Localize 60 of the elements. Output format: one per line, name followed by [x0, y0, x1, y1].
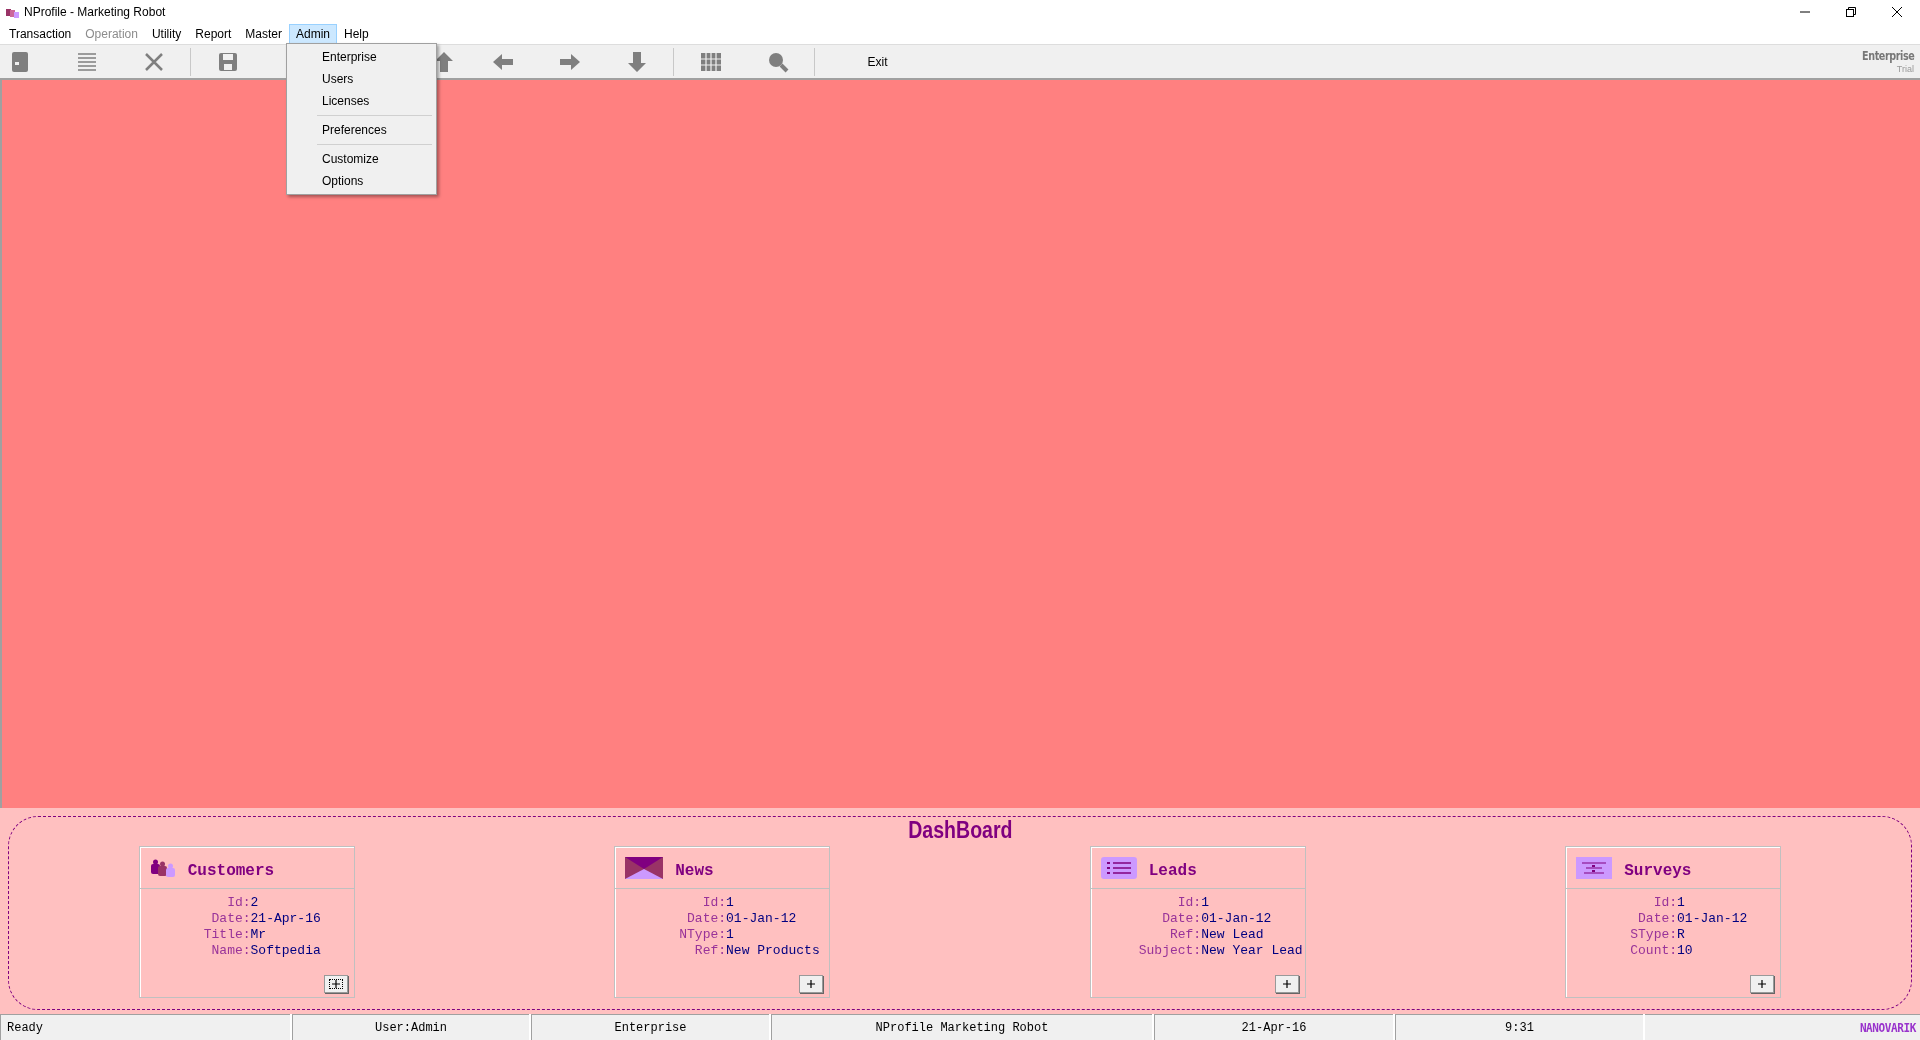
field-value: 2: [250, 895, 260, 911]
field-label: Id:: [226, 895, 251, 911]
field-label: Date:: [210, 911, 251, 927]
exit-button[interactable]: Exit: [844, 44, 911, 79]
card-title: Customers: [187, 860, 275, 882]
menu-item[interactable]: Master: [238, 24, 289, 44]
brand-logo: NANOVARIK: [1859, 1018, 1916, 1037]
status-field: Enterprise: [531, 1014, 769, 1040]
menu-option[interactable]: Users: [289, 68, 434, 90]
field-value: 01-Jan-12: [726, 911, 798, 927]
field-label: Ref:: [693, 943, 727, 959]
card-title: Leads: [1148, 860, 1197, 882]
field-label: Title:: [203, 927, 251, 943]
card-title: News: [675, 860, 714, 882]
field-label: Date:: [1161, 911, 1202, 927]
field-value: 1: [726, 927, 735, 943]
field-value: New Products: [726, 943, 820, 959]
menu-item[interactable]: Report: [188, 24, 239, 44]
menu-option[interactable]: Enterprise: [289, 46, 434, 68]
menu-item[interactable]: Admin: [289, 24, 338, 44]
field-label: Count:: [1630, 943, 1678, 959]
field-label: SType:: [1630, 927, 1678, 943]
window-title: NProfile - Marketing Robot: [24, 4, 166, 21]
menu-item[interactable]: Transaction: [2, 24, 79, 44]
menu-option[interactable]: Customize: [289, 148, 434, 170]
field-value: 1: [1201, 895, 1210, 911]
field-value: 10: [1677, 943, 1694, 959]
status-field: User:Admin: [292, 1014, 529, 1040]
field-value: 01-Jan-12: [1677, 911, 1748, 927]
status-field: NProfile Marketing Robot: [771, 1014, 1152, 1040]
field-value: New Lead: [1201, 927, 1265, 943]
field-value: 01-Jan-12: [1201, 911, 1273, 927]
field-value: Mr: [250, 927, 268, 943]
field-value: R: [1677, 927, 1686, 943]
field-value: 21-Apr-16: [250, 911, 321, 927]
status-field: 9:31: [1395, 1014, 1643, 1040]
field-label: NType:: [679, 927, 727, 943]
field-label: Id:: [701, 895, 727, 911]
license-label: Trial: [1895, 64, 1914, 74]
field-value: New Year Lead: [1201, 943, 1303, 959]
field-value: 1: [1677, 895, 1686, 911]
menu-item[interactable]: Help: [337, 24, 376, 44]
menu-option[interactable]: Preferences: [289, 119, 434, 141]
field-label: Name:: [210, 943, 251, 959]
card-title: Surveys: [1624, 860, 1692, 882]
dashboard-title: DashBoard: [907, 819, 1013, 842]
field-value: 1: [726, 895, 735, 911]
field-label: Ref:: [1168, 927, 1202, 943]
edition-label: Enterprise: [1861, 49, 1914, 62]
field-label: Date:: [1637, 911, 1678, 927]
status-field: Ready: [0, 1014, 290, 1040]
menu-item[interactable]: Utility: [144, 24, 189, 44]
status-field: 21-Apr-16: [1154, 1014, 1393, 1040]
field-label: Id:: [1176, 895, 1202, 911]
menu-option[interactable]: Options: [289, 170, 434, 192]
field-label: Subject:: [1138, 943, 1202, 959]
field-label: Id:: [1652, 895, 1678, 911]
field-value: Softpedia: [250, 943, 321, 959]
field-label: Date:: [686, 911, 727, 927]
menu-option[interactable]: Licenses: [289, 90, 434, 112]
